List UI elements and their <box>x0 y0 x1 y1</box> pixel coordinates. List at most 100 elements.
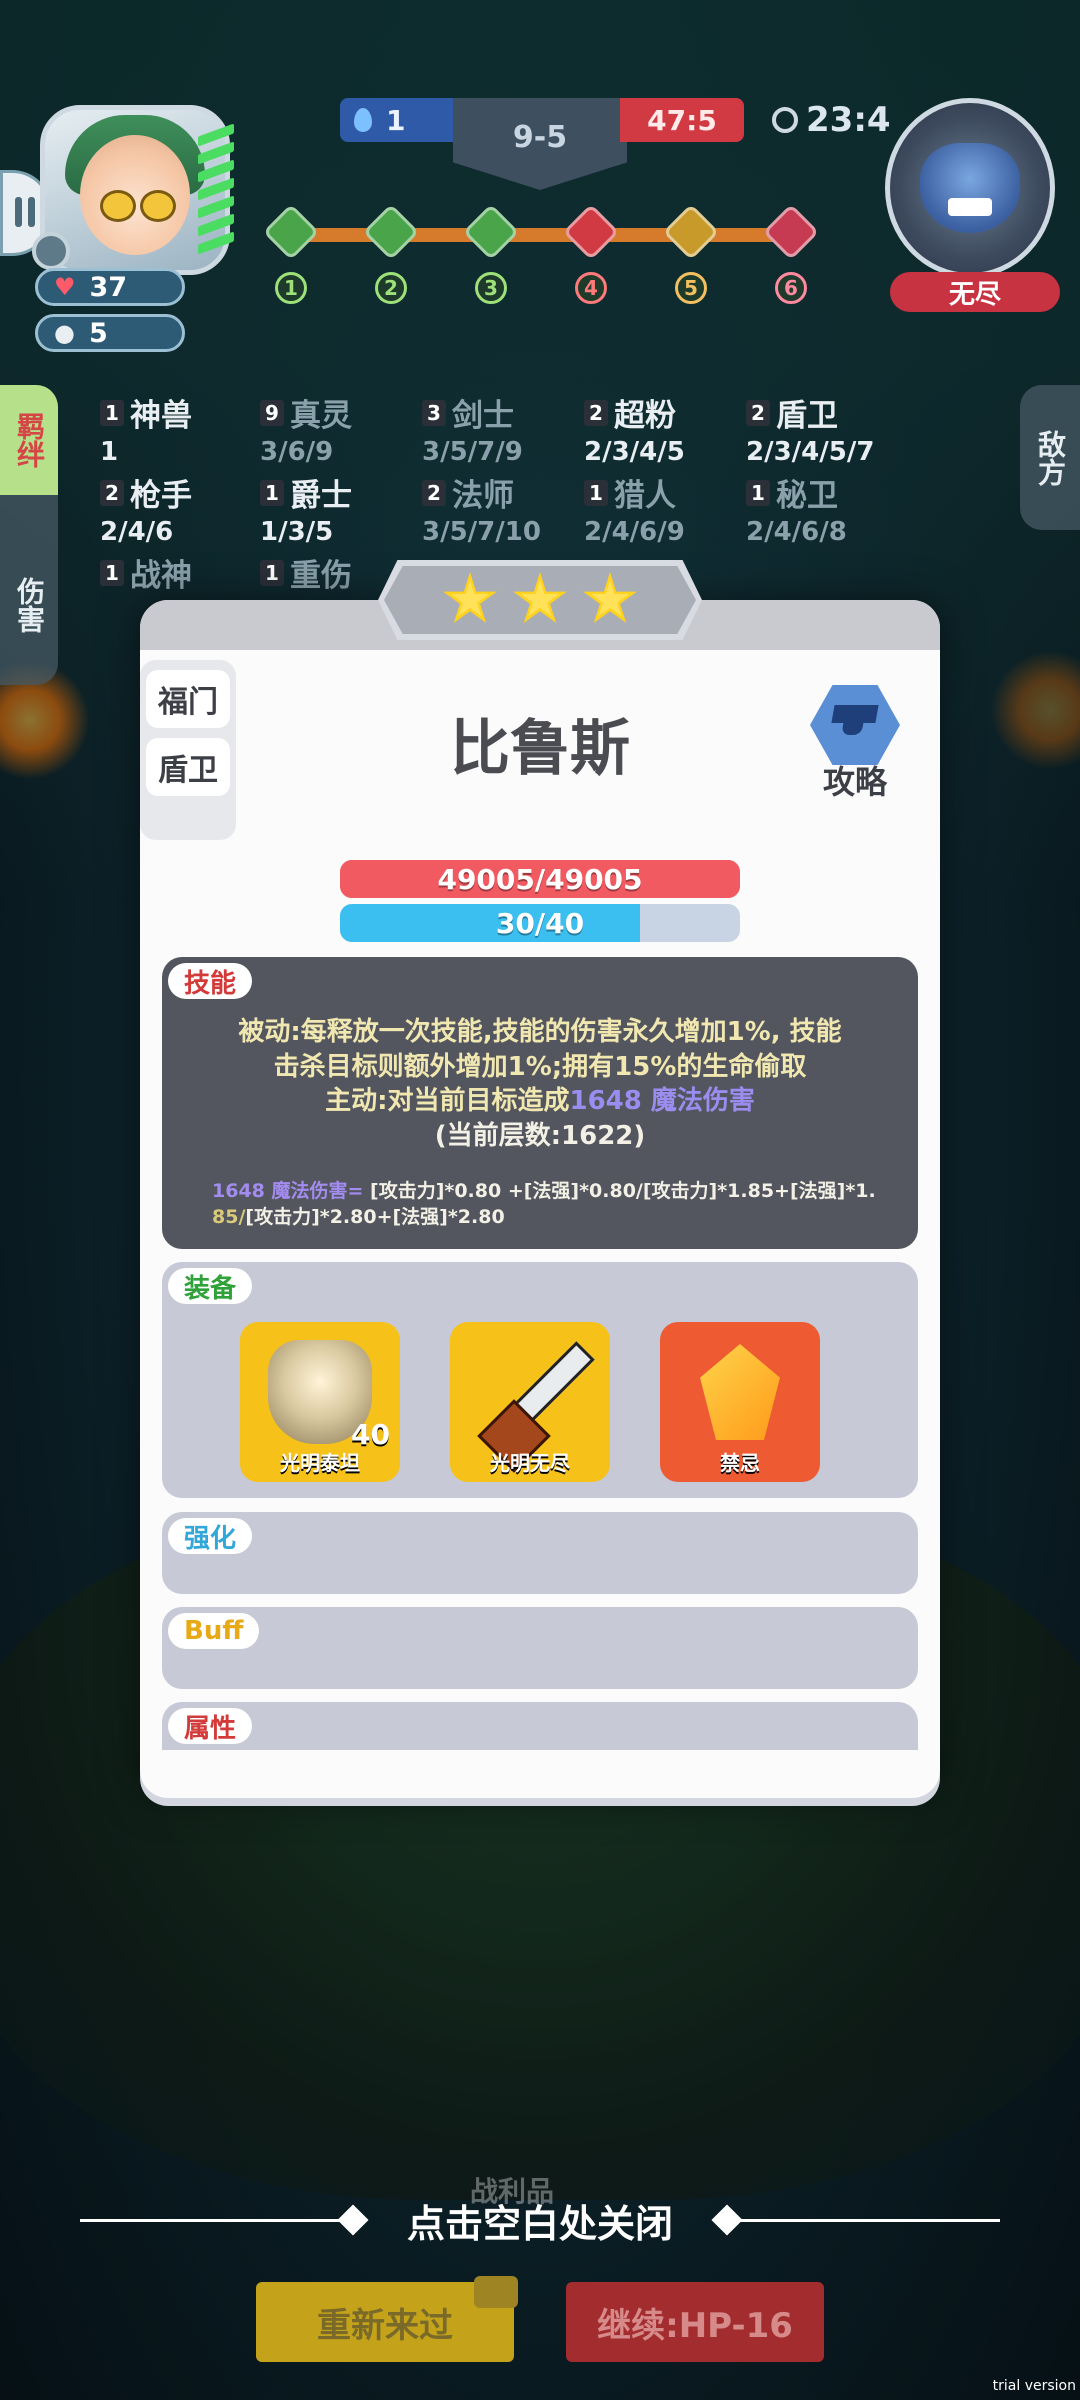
tab-enemy[interactable]: 敌方 <box>1020 385 1080 530</box>
stage-node-5: 5 <box>662 203 720 304</box>
stage-diamond-icon <box>562 203 620 261</box>
synergy-tiers: 1 <box>100 437 119 467</box>
synergy-tiers: 2/3/4/5/7 <box>746 437 875 467</box>
skill-line-2: 击杀目标则额外增加1%;拥有15%的生命偷取 <box>273 1051 807 1082</box>
synergy-item[interactable]: 3 剑士 3/5/7/9 <box>422 390 602 467</box>
stage-node-1: 1 <box>262 203 320 304</box>
tab-damage[interactable]: 伤害 <box>0 545 58 665</box>
stage-node-6: 6 <box>762 203 820 304</box>
synergy-item[interactable]: 1 战神 <box>100 550 280 597</box>
synergy-header: 1 战神 <box>100 550 280 595</box>
blue-score-value: 1 <box>386 103 406 137</box>
synergy-item[interactable]: 1 神兽 1 <box>100 390 280 467</box>
synergy-count: 2 <box>584 399 608 426</box>
equipment-item-1[interactable]: 40 光明泰坦 <box>240 1322 400 1482</box>
hint-line-right <box>740 2219 1000 2222</box>
synergy-header: 1 猎人 <box>584 470 764 515</box>
skill-damage-value: 1648 魔法伤害 <box>569 1086 755 1117</box>
skill-section-title: 技能 <box>168 963 253 999</box>
synergy-item[interactable]: 2 盾卫 2/3/4/5/7 <box>746 390 926 467</box>
attribute-section: 属性 <box>162 1702 918 1750</box>
synergy-count: 1 <box>100 559 124 586</box>
equipment-section: 装备 40 光明泰坦 光明无尽 禁忌 <box>162 1262 918 1498</box>
equipment-item-2[interactable]: 光明无尽 <box>450 1322 610 1482</box>
synergy-tiers: 2/4/6/8 <box>746 517 847 547</box>
synergy-item[interactable]: 1 秘卫 2/4/6/8 <box>746 470 926 547</box>
guide-button[interactable]: 攻略 <box>800 685 910 801</box>
synergy-item[interactable]: 2 超粉 2/3/4/5 <box>584 390 764 467</box>
stage-badge: 9-5 <box>453 98 627 190</box>
synergy-name: 秘卫 <box>776 478 838 514</box>
gear-icon[interactable] <box>32 232 70 270</box>
synergy-name: 真灵 <box>290 398 352 434</box>
synergy-item[interactable]: 9 真灵 3/6/9 <box>260 390 440 467</box>
synergy-header: 1 神兽 <box>100 390 280 435</box>
tab-synergy[interactable]: 羁绊 <box>0 385 58 495</box>
synergy-count: 2 <box>100 479 124 506</box>
synergy-tiers: 2/4/6/9 <box>584 517 685 547</box>
synergy-count: 1 <box>260 479 284 506</box>
star-icon <box>513 572 567 623</box>
trait-tab-2[interactable]: 盾卫 <box>146 738 230 796</box>
hint-diamond-right <box>711 2204 743 2236</box>
stage-number: 2 <box>375 272 407 304</box>
equipment-item-1-name: 光明泰坦 <box>280 1451 360 1475</box>
stage-number: 5 <box>675 272 707 304</box>
stage-number: 4 <box>575 272 607 304</box>
clock-icon <box>772 107 798 133</box>
stage-node-4: 4 <box>562 203 620 304</box>
synergy-header: 9 真灵 <box>260 390 440 435</box>
synergy-header: 3 剑士 <box>422 390 602 435</box>
stage-value: 9-5 <box>512 120 568 155</box>
enemy-avatar[interactable] <box>885 98 1055 278</box>
synergy-item[interactable]: 1 爵士 1/3/5 <box>260 470 440 547</box>
synergy-count: 1 <box>100 399 124 426</box>
synergy-count: 1 <box>260 559 284 586</box>
left-side-tabs: 羁绊 伤害 <box>0 385 58 685</box>
synergy-item[interactable]: 2 法师 3/5/7/10 <box>422 470 602 547</box>
synergy-header: 2 超粉 <box>584 390 764 435</box>
buff-section-title: Buff <box>168 1613 260 1649</box>
star-icon <box>583 572 637 623</box>
equipment-item-3-name: 禁忌 <box>720 1451 760 1475</box>
synergy-name: 猎人 <box>614 478 676 514</box>
skill-section: 技能 被动:每释放一次技能,技能的伤害永久增加1%, 技能 击杀目标则额外增加1… <box>162 957 918 1249</box>
mp-text: 30/40 <box>495 906 585 940</box>
synergy-tiers: 1/3/5 <box>260 517 334 547</box>
equipment-item-3[interactable]: 禁忌 <box>660 1322 820 1482</box>
stage-number: 1 <box>275 272 307 304</box>
hearts-counter: ♥ 37 <box>35 268 185 306</box>
coin-icon: ● <box>54 319 75 347</box>
trait-tab-1[interactable]: 福门 <box>146 670 230 728</box>
synergy-name: 盾卫 <box>776 398 838 434</box>
synergy-tiers: 2/3/4/5 <box>584 437 685 467</box>
formula-part-b: [攻击力]*2.80+[法强]*2.80 <box>245 1205 505 1228</box>
equipment-section-title: 装备 <box>168 1268 253 1304</box>
synergy-count: 2 <box>422 479 446 506</box>
synergy-name: 战神 <box>130 558 192 594</box>
synergy-item[interactable]: 1 猎人 2/4/6/9 <box>584 470 764 547</box>
star-icon <box>443 572 497 623</box>
synergy-name: 爵士 <box>290 478 352 514</box>
close-hint[interactable]: 点击空白处关闭 <box>80 2195 1000 2246</box>
hp-bar: 49005/49005 <box>340 860 740 898</box>
synergy-item[interactable]: 2 枪手 2/4/6 <box>100 470 280 547</box>
synergy-name: 超粉 <box>614 398 676 434</box>
continue-label: 继续:HP-16 <box>597 2305 793 2346</box>
continue-button[interactable]: 继续:HP-16 <box>566 2282 824 2362</box>
water-drop-icon <box>354 108 372 132</box>
stage-node-3: 3 <box>462 203 520 304</box>
retry-label: 重新来过 <box>317 2305 453 2346</box>
synergy-tiers: 3/5/7/10 <box>422 517 541 547</box>
synergy-header: 1 秘卫 <box>746 470 926 515</box>
heart-icon: ♥ <box>54 273 76 301</box>
retry-button[interactable]: 重新来过 <box>256 2276 518 2362</box>
red-score: 47:5 <box>620 98 744 142</box>
skill-line-3-prefix: 主动:对当前目标造成 <box>325 1086 570 1117</box>
hearts-value: 37 <box>89 271 128 303</box>
energy-meter <box>198 123 242 260</box>
hint-diamond-left <box>337 2204 369 2236</box>
enhance-section: 强化 <box>162 1512 918 1594</box>
synergy-count: 9 <box>260 399 284 426</box>
skill-line-4: (当前层数:1622) <box>434 1120 646 1151</box>
